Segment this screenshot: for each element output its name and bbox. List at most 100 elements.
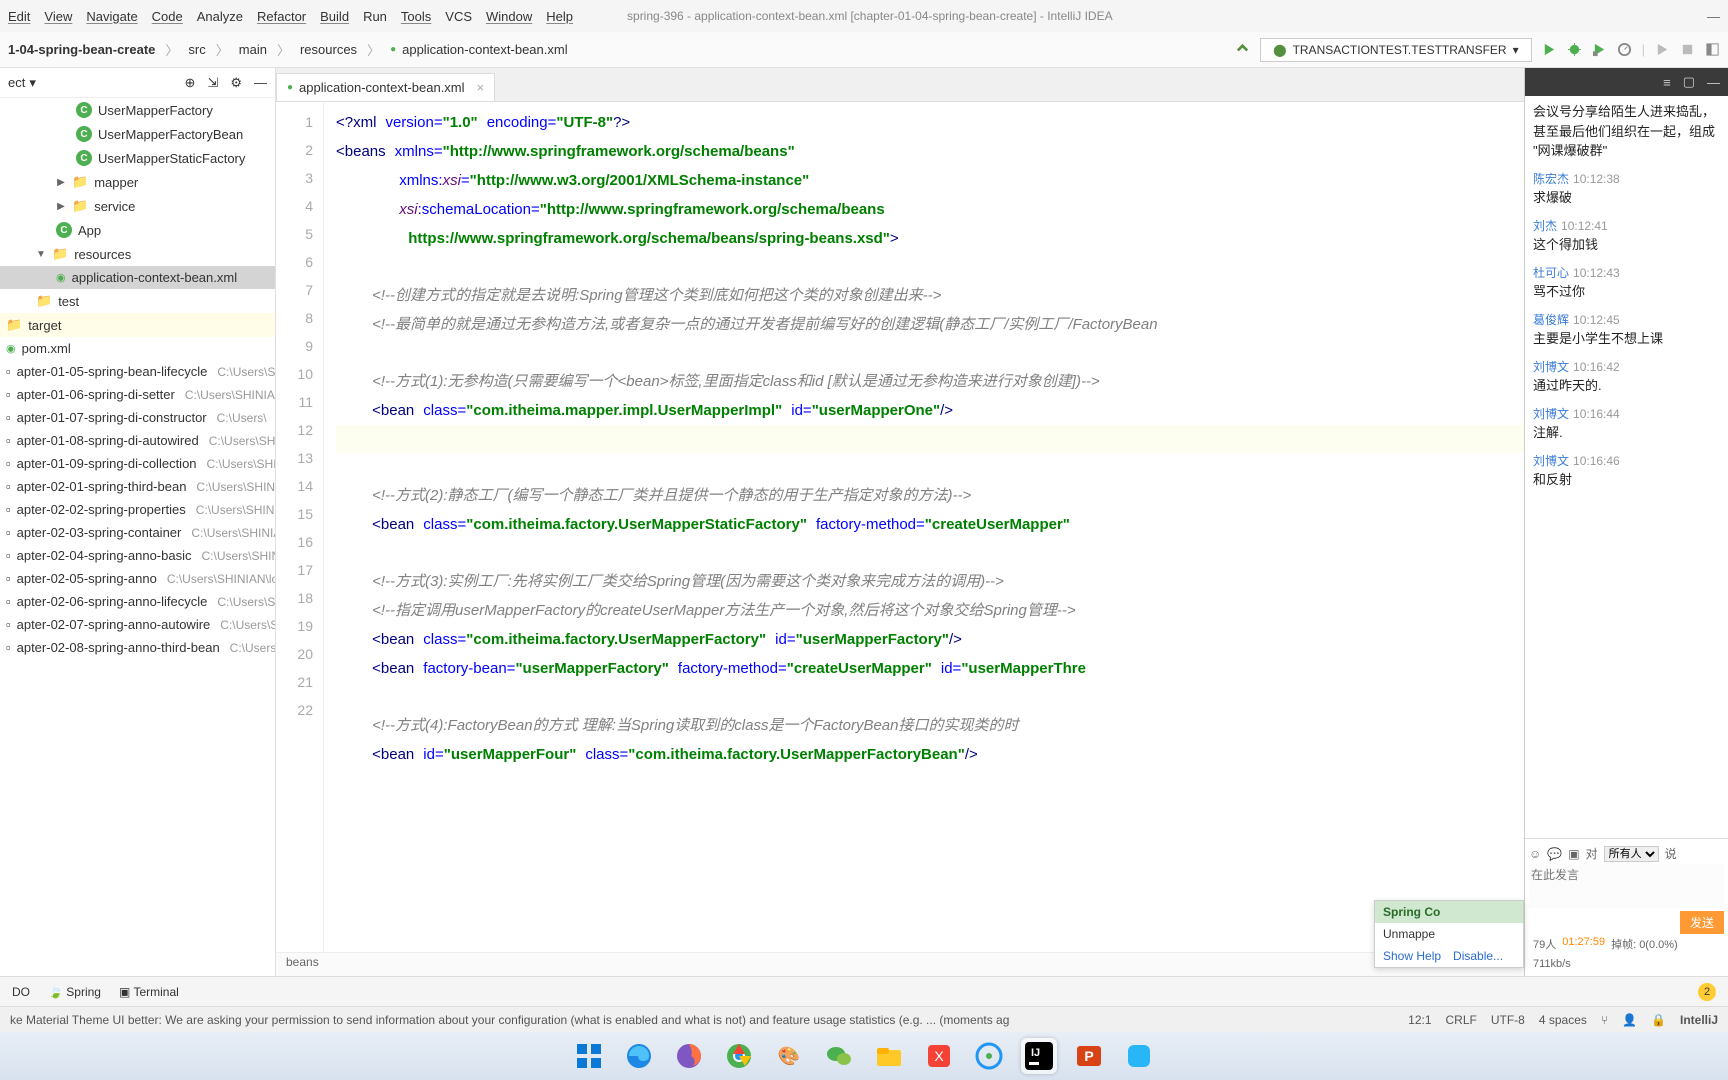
tree-item-mapper[interactable]: ▶📁mapper: [0, 170, 275, 194]
tree-item-apter-02-05-spring-anno[interactable]: ▫apter-02-05-spring-annoC:\Users\SHINIAN…: [0, 567, 275, 590]
line-separator[interactable]: CRLF: [1446, 1013, 1477, 1027]
chat-menu-icon[interactable]: ≡: [1663, 75, 1671, 90]
menu-window[interactable]: Window: [486, 9, 532, 24]
tree-item-pom-xml[interactable]: ◉pom.xml: [0, 337, 275, 360]
menu-code[interactable]: Code: [152, 9, 183, 24]
crumb-main[interactable]: main: [239, 42, 267, 57]
gear-icon[interactable]: ⚙: [230, 75, 242, 91]
menu-help[interactable]: Help: [546, 9, 573, 24]
project-view-selector[interactable]: ect: [8, 75, 25, 90]
structure-breadcrumb[interactable]: beans: [276, 952, 1524, 976]
tree-item-apter-02-06-spring-anno-lifecycle[interactable]: ▫apter-02-06-spring-anno-lifecycleC:\Use…: [0, 590, 275, 613]
coverage-icon[interactable]: [1592, 42, 1607, 57]
git-icon[interactable]: ⑂: [1601, 1013, 1608, 1027]
tree-item-label: apter-02-08-spring-anno-third-bean: [17, 640, 220, 655]
code-editor[interactable]: <?xml version="1.0" encoding="UTF-8"?> <…: [324, 102, 1524, 952]
taskbar-powerpoint[interactable]: P: [1071, 1038, 1107, 1074]
tree-item-apter-01-09-spring-di-collection[interactable]: ▫apter-01-09-spring-di-collectionC:\User…: [0, 452, 275, 475]
event-log-badge[interactable]: 2: [1698, 983, 1716, 1001]
layout-icon[interactable]: [1705, 42, 1720, 57]
tree-item-usermapperfactory[interactable]: CUserMapperFactory: [0, 98, 275, 122]
tree-item-apter-01-06-spring-di-setter[interactable]: ▫apter-01-06-spring-di-setterC:\Users\SH…: [0, 383, 275, 406]
tree-item-service[interactable]: ▶📁service: [0, 194, 275, 218]
profiler-icon[interactable]: [1617, 42, 1632, 57]
menu-tools[interactable]: Tools: [401, 9, 431, 24]
tree-item-app[interactable]: CApp: [0, 218, 275, 242]
build-hammer-icon[interactable]: [1235, 42, 1250, 57]
menu-build[interactable]: Build: [320, 9, 349, 24]
tree-item-apter-02-02-spring-properties[interactable]: ▫apter-02-02-spring-propertiesC:\Users\S…: [0, 498, 275, 521]
menu-refactor[interactable]: Refactor: [257, 9, 306, 24]
minimize-icon[interactable]: —: [1707, 9, 1720, 24]
tree-item-apter-02-04-spring-anno-basic[interactable]: ▫apter-02-04-spring-anno-basicC:\Users\S…: [0, 544, 275, 567]
chat-input-field[interactable]: [1529, 864, 1724, 908]
chat-bubble-icon[interactable]: 💬: [1547, 847, 1562, 861]
taskbar-chrome[interactable]: [721, 1038, 757, 1074]
crumb-src[interactable]: src: [188, 42, 205, 57]
crumb-resources[interactable]: resources: [300, 42, 357, 57]
tree-item-apter-02-01-spring-third-bean[interactable]: ▫apter-02-01-spring-third-beanC:\Users\S…: [0, 475, 275, 498]
tree-item-label: test: [58, 294, 79, 309]
file-encoding[interactable]: UTF-8: [1491, 1013, 1525, 1027]
tree-item-apter-02-03-spring-container[interactable]: ▫apter-02-03-spring-containerC:\Users\SH…: [0, 521, 275, 544]
locate-icon[interactable]: ⊕: [185, 75, 196, 91]
emoji-icon[interactable]: ☺: [1529, 847, 1541, 861]
chat-minimize-icon[interactable]: —: [1707, 75, 1720, 90]
tree-item-usermapperfactorybean[interactable]: CUserMapperFactoryBean: [0, 122, 275, 146]
hide-icon[interactable]: —: [254, 75, 267, 90]
tree-item-apter-01-08-spring-di-autowired[interactable]: ▫apter-01-08-spring-di-autowiredC:\Users…: [0, 429, 275, 452]
spring-tool-button[interactable]: 🍃 Spring: [48, 985, 101, 999]
collapse-icon[interactable]: ⇲: [207, 75, 218, 91]
taskbar-intellij[interactable]: IJ: [1021, 1038, 1057, 1074]
taskbar-assistant[interactable]: [971, 1038, 1007, 1074]
menu-edit[interactable]: Edit: [8, 9, 30, 24]
show-help-link[interactable]: Show Help: [1383, 949, 1441, 963]
taskbar-wechat[interactable]: [821, 1038, 857, 1074]
menu-analyze[interactable]: Analyze: [197, 9, 243, 24]
tree-item-apter-01-07-spring-di-constructor[interactable]: ▫apter-01-07-spring-di-constructorC:\Use…: [0, 406, 275, 429]
terminal-tool-button[interactable]: ▣ Terminal: [119, 985, 179, 999]
tree-item-target[interactable]: 📁target: [0, 313, 275, 337]
indent-setting[interactable]: 4 spaces: [1539, 1013, 1587, 1027]
disable-link[interactable]: Disable...: [1453, 949, 1503, 963]
run-icon[interactable]: [1542, 42, 1557, 57]
taskbar-todesk[interactable]: X: [921, 1038, 957, 1074]
menu-run[interactable]: Run: [363, 9, 387, 24]
audience-select[interactable]: 所有人: [1604, 846, 1659, 862]
close-tab-icon[interactable]: ×: [477, 80, 485, 95]
stop-icon[interactable]: [1680, 42, 1695, 57]
taskbar-paint[interactable]: 🎨: [771, 1038, 807, 1074]
send-button[interactable]: 发送: [1680, 911, 1724, 934]
lock-icon[interactable]: 🔒: [1651, 1013, 1666, 1027]
expand-arrow-icon[interactable]: ▶: [56, 201, 66, 212]
tree-item-apter-01-05-spring-bean-lifecycle[interactable]: ▫apter-01-05-spring-bean-lifecycleC:\Use…: [0, 360, 275, 383]
debug-icon[interactable]: [1567, 42, 1582, 57]
menu-view[interactable]: View: [44, 9, 72, 24]
tree-item-usermapperstaticfactory[interactable]: CUserMapperStaticFactory: [0, 146, 275, 170]
image-icon[interactable]: ▣: [1568, 847, 1579, 861]
tree-item-apter-02-08-spring-anno-third-bean[interactable]: ▫apter-02-08-spring-anno-third-beanC:\Us…: [0, 636, 275, 659]
tree-item-apter-02-07-spring-anno-autowire[interactable]: ▫apter-02-07-spring-anno-autowireC:\User…: [0, 613, 275, 636]
expand-arrow-icon[interactable]: ▼: [36, 249, 46, 260]
tab-application-context-bean[interactable]: ● application-context-bean.xml ×: [276, 73, 495, 101]
crumb-module[interactable]: 1-04-spring-bean-create: [8, 42, 155, 57]
resume-icon[interactable]: [1655, 42, 1670, 57]
taskbar-firefox[interactable]: [671, 1038, 707, 1074]
chevron-down-icon[interactable]: ▾: [29, 75, 36, 91]
taskbar-explorer[interactable]: [871, 1038, 907, 1074]
inspect-icon[interactable]: 👤: [1622, 1013, 1637, 1027]
tree-item-application-context-bean-xml[interactable]: ◉application-context-bean.xml: [0, 266, 275, 289]
taskbar-windows[interactable]: [571, 1038, 607, 1074]
crumb-file[interactable]: application-context-bean.xml: [402, 42, 567, 57]
expand-arrow-icon[interactable]: ▶: [56, 177, 66, 188]
caret-position[interactable]: 12:1: [1408, 1013, 1431, 1027]
tree-item-resources[interactable]: ▼📁resources: [0, 242, 275, 266]
menu-vcs[interactable]: VCS: [445, 9, 472, 24]
todo-tool-button[interactable]: DO: [12, 985, 30, 999]
run-configuration-selector[interactable]: ⬤ TRANSACTIONTEST.TESTTRANSFER ▾: [1260, 38, 1531, 62]
chat-popout-icon[interactable]: ▢: [1683, 74, 1695, 90]
taskbar-edge[interactable]: [621, 1038, 657, 1074]
taskbar-app[interactable]: [1121, 1038, 1157, 1074]
menu-navigate[interactable]: Navigate: [86, 9, 137, 24]
tree-item-test[interactable]: 📁test: [0, 289, 275, 313]
